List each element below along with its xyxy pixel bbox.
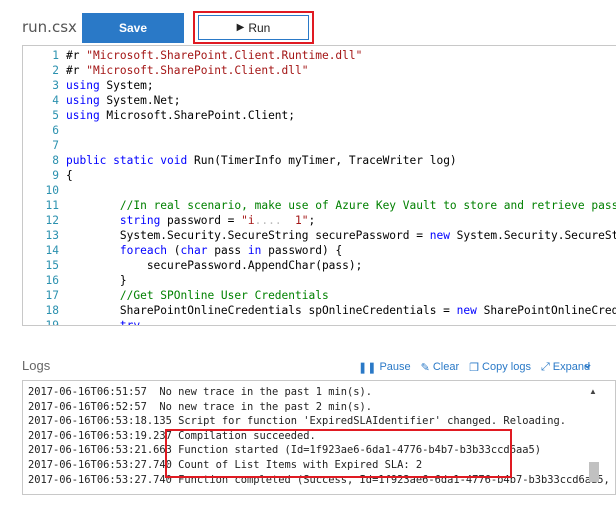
log-line: 2017-06-16T06:53:18.135 Script for funct… <box>28 415 566 428</box>
log-highlight-box <box>165 429 512 478</box>
code-line[interactable]: 4 using System.Net; <box>23 93 616 108</box>
save-button[interactable]: Save <box>82 13 184 43</box>
line-number: 9 <box>52 169 59 182</box>
line-number: 8 <box>52 154 59 167</box>
code-text[interactable]: using System; <box>66 78 154 93</box>
run-button-label: Run <box>248 20 271 35</box>
line-number: 14 <box>45 244 59 257</box>
run-button[interactable]: ▶ Run <box>198 15 309 40</box>
toolbar: run.csx Save ▶ Run <box>0 0 616 44</box>
logs-actions: ❚❚ Pause ✎ Clear ❐ Copy logs ⤢ Expand <box>358 359 600 375</box>
line-number: 12 <box>45 214 59 227</box>
logs-title: Logs <box>22 358 51 373</box>
code-line[interactable]: 3 using System; <box>23 78 616 93</box>
scroll-up-arrow-icon[interactable]: ▲ <box>589 387 597 396</box>
code-line[interactable]: 5 using Microsoft.SharePoint.Client; <box>23 108 616 123</box>
line-number: 16 <box>45 274 59 287</box>
code-line[interactable]: 8 public static void Run(TimerInfo myTime… <box>23 153 616 168</box>
code-text[interactable]: //Get SPOnline User Credentials <box>66 288 329 303</box>
line-number: 7 <box>52 139 59 152</box>
clear-button[interactable]: ✎ Clear <box>421 361 460 374</box>
code-line[interactable]: 19 try <box>23 318 616 326</box>
code-line[interactable]: 10 <box>23 183 616 198</box>
line-number: 10 <box>45 184 59 197</box>
code-text[interactable]: foreach (char pass in password) { <box>66 243 342 258</box>
code-text[interactable]: //In real scenario, make use of Azure Ke… <box>66 198 616 213</box>
line-number: 2 <box>52 64 59 77</box>
code-editor[interactable]: 1 #r "Microsoft.SharePoint.Client.Runtime… <box>22 45 616 326</box>
code-text[interactable]: using Microsoft.SharePoint.Client; <box>66 108 295 123</box>
code-line[interactable]: 7 <box>23 138 616 153</box>
code-line[interactable]: 12 string password = "i.... 1"; <box>23 213 616 228</box>
code-line[interactable]: 17 //Get SPOnline User Credentials <box>23 288 616 303</box>
code-text[interactable]: string password = "i.... 1"; <box>66 213 315 228</box>
copy-logs-label: Copy logs <box>482 361 531 373</box>
chevron-down-icon[interactable]: ⌄ <box>582 356 593 372</box>
eraser-icon: ✎ <box>420 361 430 374</box>
line-number: 11 <box>45 199 59 212</box>
code-line[interactable]: 18 SharePointOnlineCredentials spOnlineC… <box>23 303 616 318</box>
log-line: 2017-06-16T06:52:57 No new trace in the … <box>28 400 373 413</box>
code-line[interactable]: 1 #r "Microsoft.SharePoint.Client.Runtime… <box>23 48 616 63</box>
pause-icon: ❚❚ <box>358 361 377 374</box>
code-line[interactable]: 13 System.Security.SecureString securePa… <box>23 228 616 243</box>
code-text[interactable]: #r "Microsoft.SharePoint.Client.Runtime.… <box>66 48 362 63</box>
code-text[interactable]: #r "Microsoft.SharePoint.Client.dll" <box>66 63 309 78</box>
code-text[interactable]: using System.Net; <box>66 93 181 108</box>
code-line[interactable]: 6 <box>23 123 616 138</box>
code-text[interactable]: SharePointOnlineCredentials spOnlineCred… <box>66 303 616 318</box>
file-name: run.csx <box>22 18 77 36</box>
code-text[interactable]: public static void Run(TimerInfo myTimer… <box>66 153 457 168</box>
pause-label: Pause <box>379 361 411 373</box>
line-number: 18 <box>45 304 59 317</box>
code-line[interactable]: 16 } <box>23 273 616 288</box>
code-line[interactable]: 14 foreach (char pass in password) { <box>23 243 616 258</box>
line-number: 6 <box>52 124 59 137</box>
line-number: 17 <box>45 289 59 302</box>
pause-button[interactable]: ❚❚ Pause <box>358 361 411 374</box>
code-line[interactable]: 2 #r "Microsoft.SharePoint.Client.dll" <box>23 63 616 78</box>
code-text[interactable]: securePassword.AppendChar(pass); <box>66 258 363 273</box>
code-line[interactable]: 9{ <box>23 168 616 183</box>
clear-label: Clear <box>432 361 460 373</box>
code-text[interactable]: { <box>66 168 73 183</box>
code-line[interactable]: 15 securePassword.AppendChar(pass); <box>23 258 616 273</box>
line-number: 3 <box>52 79 59 92</box>
line-number: 19 <box>45 319 59 326</box>
line-number: 4 <box>52 94 59 107</box>
play-icon: ▶ <box>236 22 245 33</box>
code-text[interactable]: System.Security.SecureString securePassw… <box>66 228 616 243</box>
code-line[interactable]: 11 //In real scenario, make use of Azure… <box>23 198 616 213</box>
scrollbar-thumb[interactable] <box>589 462 599 482</box>
code-text[interactable]: } <box>66 273 127 288</box>
copy-logs-button[interactable]: ❐ Copy logs <box>469 361 531 374</box>
copy-icon: ❐ <box>469 361 480 374</box>
line-number: 5 <box>52 109 59 122</box>
code-text[interactable]: try <box>66 318 140 325</box>
expand-icon: ⤢ <box>540 360 550 373</box>
log-line: 2017-06-16T06:51:57 No new trace in the … <box>28 386 373 398</box>
line-number: 13 <box>45 229 59 242</box>
line-number: 1 <box>52 49 59 62</box>
line-number: 15 <box>45 259 59 272</box>
